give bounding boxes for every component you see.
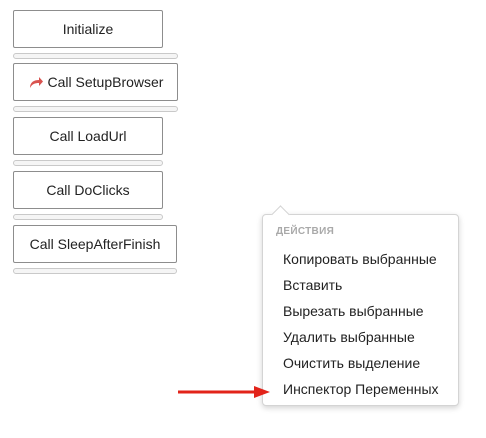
action-load-url: Call LoadUrl — [13, 117, 163, 166]
menu-item-paste[interactable]: Вставить — [263, 272, 458, 298]
action-setup-browser: Call SetupBrowser — [13, 63, 178, 112]
action-do-clicks: Call DoClicks — [13, 171, 163, 220]
call-sleepafterfinish-label: Call SleepAfterFinish — [29, 236, 161, 252]
call-doclicks-button[interactable]: Call DoClicks — [13, 171, 163, 209]
call-setupbrowser-button[interactable]: Call SetupBrowser — [13, 63, 178, 101]
menu-item-variable-inspector[interactable]: Инспектор Переменных — [263, 376, 458, 402]
context-menu: ДЕЙСТВИЯ Копировать выбранные Вставить В… — [262, 205, 459, 406]
redirect-arrow-icon — [28, 75, 44, 89]
context-menu-items: Копировать выбранные Вставить Вырезать в… — [263, 246, 458, 402]
action-initialize: Initialize — [13, 10, 178, 59]
call-setupbrowser-label: Call SetupBrowser — [47, 74, 164, 90]
action-sleep-after-finish: Call SleepAfterFinish — [13, 225, 177, 274]
context-menu-header: ДЕЙСТВИЯ — [276, 226, 335, 237]
menu-item-copy-selected[interactable]: Копировать выбранные — [263, 246, 458, 272]
call-sleepafterfinish-button[interactable]: Call SleepAfterFinish — [13, 225, 177, 263]
initialize-progress — [13, 53, 178, 59]
initialize-label: Initialize — [62, 21, 114, 37]
setupbrowser-progress — [13, 106, 178, 112]
loadurl-progress — [13, 160, 163, 166]
menu-item-clear-selection[interactable]: Очистить выделение — [263, 350, 458, 376]
sleepafterfinish-progress — [13, 268, 177, 274]
menu-item-cut-selected[interactable]: Вырезать выбранные — [263, 298, 458, 324]
initialize-button[interactable]: Initialize — [13, 10, 163, 48]
call-doclicks-label: Call DoClicks — [46, 182, 130, 198]
doclicks-progress — [13, 214, 163, 220]
annotation-arrow-icon — [178, 386, 270, 398]
call-loadurl-button[interactable]: Call LoadUrl — [13, 117, 163, 155]
context-menu-caret — [271, 205, 290, 224]
menu-item-delete-selected[interactable]: Удалить выбранные — [263, 324, 458, 350]
call-loadurl-label: Call LoadUrl — [49, 128, 127, 144]
